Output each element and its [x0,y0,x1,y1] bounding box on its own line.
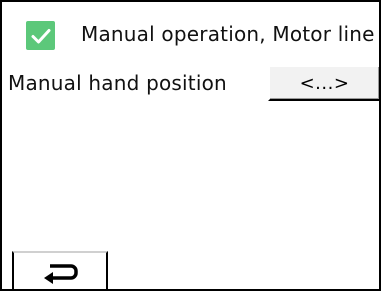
header: Manual operation, Motor line [2,2,379,60]
enabled-checkbox[interactable] [26,21,55,50]
checkmark-icon [31,28,50,43]
manual-hand-position-row: Manual hand position <...> [2,65,379,103]
screen: Manual operation, Motor line Manual hand… [0,0,381,291]
page-title: Manual operation, Motor line [81,22,375,46]
manual-hand-position-button[interactable]: <...> [268,65,379,101]
back-button[interactable] [12,251,108,289]
manual-hand-position-label: Manual hand position [8,71,227,95]
return-arrow-icon [44,264,78,284]
